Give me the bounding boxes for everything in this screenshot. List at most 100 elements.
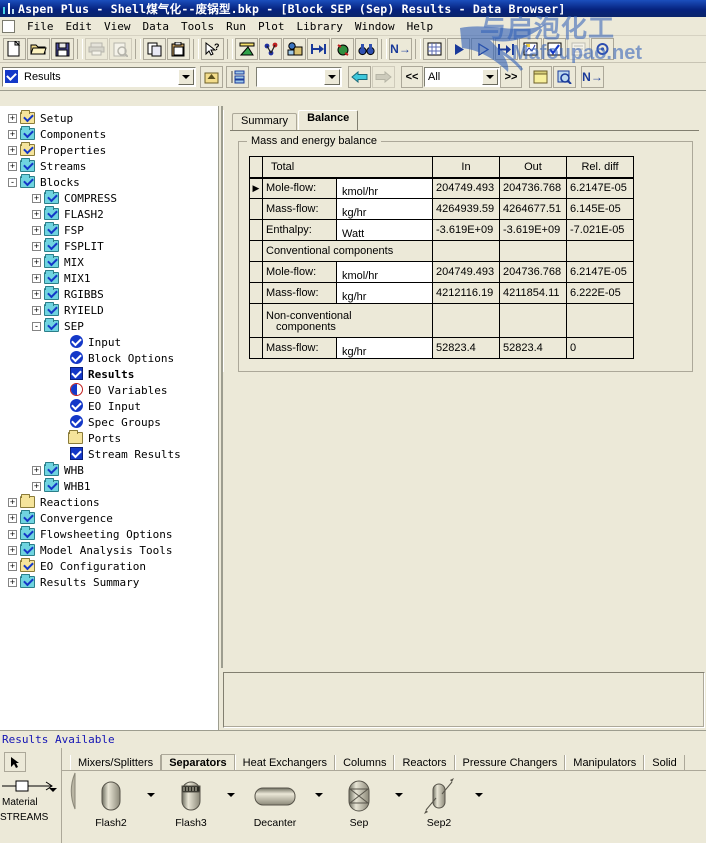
expand-icon[interactable]: + xyxy=(8,545,17,555)
unit-field[interactable]: Watt xyxy=(336,219,433,241)
palette-tab-solid[interactable]: Solid xyxy=(644,755,685,770)
collapse-icon[interactable]: - xyxy=(8,177,17,187)
in-value[interactable]: -3.619E+09 xyxy=(432,219,500,241)
menu-edit[interactable]: Edit xyxy=(60,19,99,34)
expand-icon[interactable]: + xyxy=(8,561,17,571)
expand-icon[interactable]: + xyxy=(32,209,41,219)
out-value[interactable]: 52823.4 xyxy=(499,337,567,359)
settings-icon[interactable] xyxy=(591,38,614,60)
expand-icon[interactable]: + xyxy=(32,193,41,203)
palette-item-flash3[interactable]: Flash3 xyxy=(158,771,224,829)
table-row[interactable]: Enthalpy: Watt -3.619E+09 -3.619E+09 -7.021E… xyxy=(249,219,634,241)
palette-tab-pressure-changers[interactable]: Pressure Changers xyxy=(454,755,566,770)
tree-item-ports[interactable]: Ports xyxy=(2,430,218,446)
palette-scroll-left[interactable] xyxy=(66,771,78,811)
convergence-icon[interactable] xyxy=(331,38,354,60)
next-input-icon[interactable]: N→ xyxy=(389,38,412,60)
unit-field[interactable]: kmol/hr xyxy=(336,261,433,283)
expand-icon[interactable]: + xyxy=(32,241,41,251)
table-row[interactable]: Mole-flow: kmol/hr 204749.493 204736.768 6.2… xyxy=(249,261,634,283)
tree-item-rgibbs[interactable]: + RGIBBS xyxy=(2,286,218,302)
tree-item-compress[interactable]: + COMPRESS xyxy=(2,190,218,206)
expand-icon[interactable]: + xyxy=(8,145,17,155)
print-preview-icon[interactable] xyxy=(109,38,132,60)
palette-tab-columns[interactable]: Columns xyxy=(335,755,395,770)
run-icon[interactable] xyxy=(447,38,470,60)
palette-item-sep[interactable]: Sep xyxy=(326,771,392,829)
help-pointer-icon[interactable]: ? xyxy=(201,38,224,60)
out-value[interactable]: -3.619E+09 xyxy=(499,219,567,241)
expand-icon[interactable]: + xyxy=(8,129,17,139)
tree-item-eo-variables[interactable]: EO Variables xyxy=(2,382,218,398)
in-value[interactable]: 204749.493 xyxy=(432,177,500,199)
tree-item-fsplit[interactable]: + FSPLIT xyxy=(2,238,218,254)
tree-item-stream-results[interactable]: Stream Results xyxy=(2,446,218,462)
row-selector[interactable] xyxy=(249,337,263,359)
menu-window[interactable]: Window xyxy=(349,19,401,34)
table-row[interactable]: ▶ Mole-flow: kmol/hr 204749.493 204736.768 6.… xyxy=(249,177,634,199)
column-header-out[interactable]: Out xyxy=(499,156,567,179)
row-selector[interactable] xyxy=(249,240,263,262)
row-selector[interactable] xyxy=(249,261,263,283)
row-selector[interactable]: ▶ xyxy=(249,177,263,199)
chevron-down-icon[interactable] xyxy=(178,68,194,85)
flash3-dropdown-arrow-icon[interactable] xyxy=(224,771,238,797)
expand-icon[interactable]: + xyxy=(8,113,17,123)
palette-tab-manipulators[interactable]: Manipulators xyxy=(565,755,645,770)
secondary-combo[interactable] xyxy=(256,66,342,87)
out-value[interactable]: 4211854.11 xyxy=(499,282,567,304)
properties-chart-icon[interactable] xyxy=(235,38,258,60)
in-value[interactable]: 4264939.59 xyxy=(432,198,500,220)
table-row[interactable]: Mass-flow: kg/hr 52823.4 52823.4 0 xyxy=(249,337,634,359)
sep2-dropdown-arrow-icon[interactable] xyxy=(472,771,486,797)
row-selector[interactable] xyxy=(249,198,263,220)
check-results-icon[interactable] xyxy=(543,38,566,60)
tree-item-eo-input[interactable]: EO Input xyxy=(2,398,218,414)
out-value[interactable]: 4264677.51 xyxy=(499,198,567,220)
rel-diff-value[interactable]: 6.145E-05 xyxy=(566,198,634,220)
expand-icon[interactable]: + xyxy=(8,513,17,523)
open-icon[interactable] xyxy=(27,38,50,60)
expand-icon[interactable]: + xyxy=(8,497,17,507)
object-selector-combo[interactable]: Results xyxy=(2,66,196,87)
tab-summary[interactable]: Summary xyxy=(232,113,298,130)
menu-plot[interactable]: Plot xyxy=(252,19,291,34)
stream-dropdown-arrow-icon[interactable] xyxy=(49,788,57,792)
tree-item-streams[interactable]: + Streams xyxy=(2,158,218,174)
table-row[interactable]: Conventional components xyxy=(249,240,634,262)
menu-view[interactable]: View xyxy=(98,19,137,34)
rel-diff-value[interactable]: 6.222E-05 xyxy=(566,282,634,304)
table-row[interactable]: Mass-flow: kg/hr 4264939.59 4264677.51 6.145… xyxy=(249,198,634,220)
row-selector[interactable] xyxy=(249,303,263,338)
column-header-rel-diff[interactable]: Rel. diff xyxy=(566,156,634,179)
table-icon[interactable] xyxy=(423,38,446,60)
tree-item-components[interactable]: + Components xyxy=(2,126,218,142)
collapse-icon[interactable]: - xyxy=(32,321,41,331)
balance-table[interactable]: Total In Out Rel. diff ▶ Mole-flow: kmol/hr 204… xyxy=(249,156,634,359)
report-icon[interactable] xyxy=(567,38,590,60)
row-selector[interactable] xyxy=(249,219,263,241)
menu-help[interactable]: Help xyxy=(401,19,440,34)
menu-library[interactable]: Library xyxy=(291,19,349,34)
out-value[interactable]: 204736.768 xyxy=(499,261,567,283)
tree-item-mix1[interactable]: + MIX1 xyxy=(2,270,218,286)
column-header-in[interactable]: In xyxy=(432,156,500,179)
tree-item-model-analysis-tools[interactable]: + Model Analysis Tools xyxy=(2,542,218,558)
table-row[interactable]: Mass-flow: kg/hr 4212116.19 4211854.11 6.222… xyxy=(249,282,634,304)
tree-item-fsp[interactable]: + FSP xyxy=(2,222,218,238)
expand-icon[interactable]: + xyxy=(32,289,41,299)
tree-item-spec-groups[interactable]: Spec Groups xyxy=(2,414,218,430)
chevron-down-icon[interactable] xyxy=(324,68,340,85)
next-sheet-button[interactable]: >> xyxy=(500,65,522,88)
reinitialize-icon[interactable] xyxy=(495,38,518,60)
tree-item-sep[interactable]: - SEP xyxy=(2,318,218,334)
unit-field[interactable]: kg/hr xyxy=(336,337,433,359)
expand-icon[interactable]: + xyxy=(8,577,17,587)
unit-field[interactable]: kmol/hr xyxy=(336,177,433,199)
tree-item-results[interactable]: Results xyxy=(2,366,218,382)
rel-diff-value[interactable]: 6.2147E-05 xyxy=(566,261,634,283)
expand-icon[interactable]: + xyxy=(8,529,17,539)
tree-item-eo-configuration[interactable]: + EO Configuration xyxy=(2,558,218,574)
tree-item-flowsheeting-options[interactable]: + Flowsheeting Options xyxy=(2,526,218,542)
back-arrow-icon[interactable] xyxy=(348,65,371,88)
